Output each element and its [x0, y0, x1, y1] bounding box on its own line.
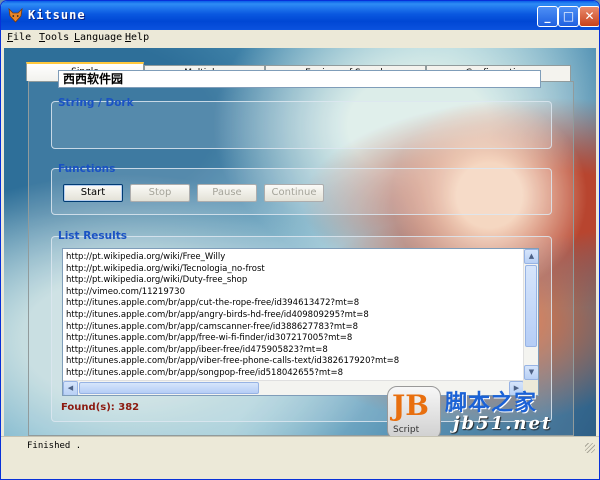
minimize-icon: _: [544, 9, 551, 23]
scroll-down-button[interactable]: ▼: [524, 365, 538, 380]
watermark-logo: JB Script: [387, 386, 441, 440]
minimize-button[interactable]: _: [537, 6, 558, 27]
status-bar: Finished .: [1, 436, 599, 455]
dork-input[interactable]: 西西软件园: [58, 70, 541, 88]
watermark: JB Script 脚本之家 jb51.net: [387, 383, 569, 443]
window-title: Kitsune: [28, 8, 86, 22]
menu-tools[interactable]: Tools: [39, 32, 69, 43]
status-text: Finished .: [27, 441, 82, 451]
list-item[interactable]: http://itunes.apple.com/br/app/ibeer-fre…: [66, 345, 521, 357]
title-bar[interactable]: Kitsune _ □ ✕: [1, 1, 599, 30]
stop-button[interactable]: Stop: [130, 184, 190, 202]
horizontal-scroll-thumb[interactable]: [79, 382, 259, 394]
menu-language[interactable]: Language: [74, 32, 122, 43]
start-button[interactable]: Start: [63, 184, 123, 202]
menu-bar: File Tools Language Help: [1, 30, 599, 48]
list-item[interactable]: http://itunes.apple.com/br/app/free-wi-f…: [66, 333, 521, 345]
watermark-letters: JB: [392, 389, 429, 422]
fox-icon: [8, 8, 23, 23]
watermark-script: Script: [393, 425, 420, 435]
watermark-url: jb51.net: [453, 413, 553, 434]
list-item[interactable]: http://pt.wikipedia.org/wiki/Tecnologia_…: [66, 264, 521, 276]
pause-button[interactable]: Pause: [197, 184, 257, 202]
results-list-box[interactable]: http://pt.wikipedia.org/wiki/Free_Willy …: [62, 248, 539, 396]
functions-group-label: Functions: [58, 163, 116, 175]
list-item[interactable]: http://pt.wikipedia.org/wiki/Free_Willy: [66, 252, 521, 264]
list-item[interactable]: http://itunes.apple.com/br/app/angry-bir…: [66, 310, 521, 322]
close-button[interactable]: ✕: [579, 6, 599, 27]
scroll-left-button[interactable]: ◀: [63, 381, 78, 395]
list-item[interactable]: http://vimeo.com/11219730: [66, 287, 521, 299]
resize-grip-icon[interactable]: [585, 443, 595, 453]
continue-button[interactable]: Continue: [264, 184, 324, 202]
arrow-down-icon: ▼: [528, 368, 535, 376]
maximize-button[interactable]: □: [558, 6, 579, 27]
scroll-up-button[interactable]: ▲: [524, 249, 538, 264]
string-group-label: String / Dork: [58, 97, 134, 109]
found-count: Found(s): 382: [61, 402, 140, 413]
list-item[interactable]: http://pt.wikipedia.org/wiki/Duty-free_s…: [66, 275, 521, 287]
vertical-scrollbar[interactable]: ▲ ▼: [523, 249, 538, 380]
arrow-left-icon: ◀: [67, 384, 74, 392]
results-list: http://pt.wikipedia.org/wiki/Free_Willy …: [66, 252, 521, 380]
menu-help[interactable]: Help: [125, 32, 149, 43]
list-item[interactable]: http://itunes.apple.com/br/app/viber-fre…: [66, 356, 521, 368]
results-group-label: List Results: [58, 230, 128, 242]
list-item[interactable]: http://itunes.apple.com/br/app/camscanne…: [66, 322, 521, 334]
list-item[interactable]: http://itunes.apple.com/br/app/cut-the-r…: [66, 298, 521, 310]
menu-file[interactable]: File: [7, 32, 31, 43]
arrow-up-icon: ▲: [528, 252, 535, 260]
app-window: Kitsune _ □ ✕ File Tools Language Help S…: [0, 0, 600, 480]
close-icon: ✕: [584, 9, 595, 23]
maximize-icon: □: [562, 9, 575, 23]
list-item[interactable]: http://itunes.apple.com/br/app/songpop-f…: [66, 368, 521, 380]
vertical-scroll-thumb[interactable]: [525, 265, 537, 347]
